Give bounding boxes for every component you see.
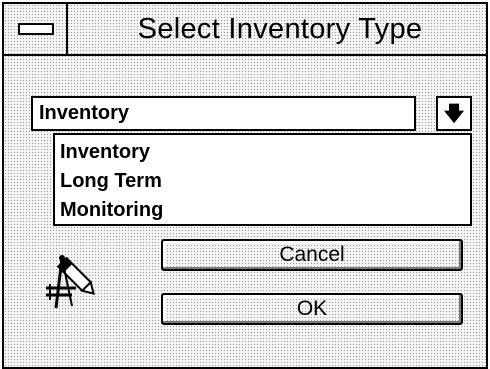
combobox-value: Inventory bbox=[39, 102, 130, 124]
title-bar: Select Inventory Type bbox=[4, 4, 486, 56]
cancel-button[interactable]: Cancel bbox=[161, 239, 463, 271]
system-menu-button[interactable] bbox=[4, 4, 68, 54]
dialog-window: Select Inventory Type Inventory 🡇 Invent… bbox=[2, 2, 488, 369]
system-menu-icon bbox=[18, 23, 54, 35]
down-arrow-icon: 🡇 bbox=[443, 101, 465, 125]
list-item-inventory[interactable]: Inventory bbox=[55, 138, 470, 167]
dropdown-button[interactable]: 🡇 bbox=[436, 96, 472, 131]
ok-button[interactable]: OK bbox=[161, 293, 463, 325]
dialog-title: Select Inventory Type bbox=[137, 13, 423, 45]
inventory-type-listbox[interactable]: Inventory Long Term Monitoring bbox=[53, 133, 472, 226]
inventory-type-combobox[interactable]: Inventory bbox=[31, 96, 416, 131]
drafting-tools-icon bbox=[46, 255, 95, 309]
list-item-monitoring[interactable]: Monitoring bbox=[55, 196, 470, 225]
list-item-long-term[interactable]: Long Term bbox=[55, 167, 470, 196]
